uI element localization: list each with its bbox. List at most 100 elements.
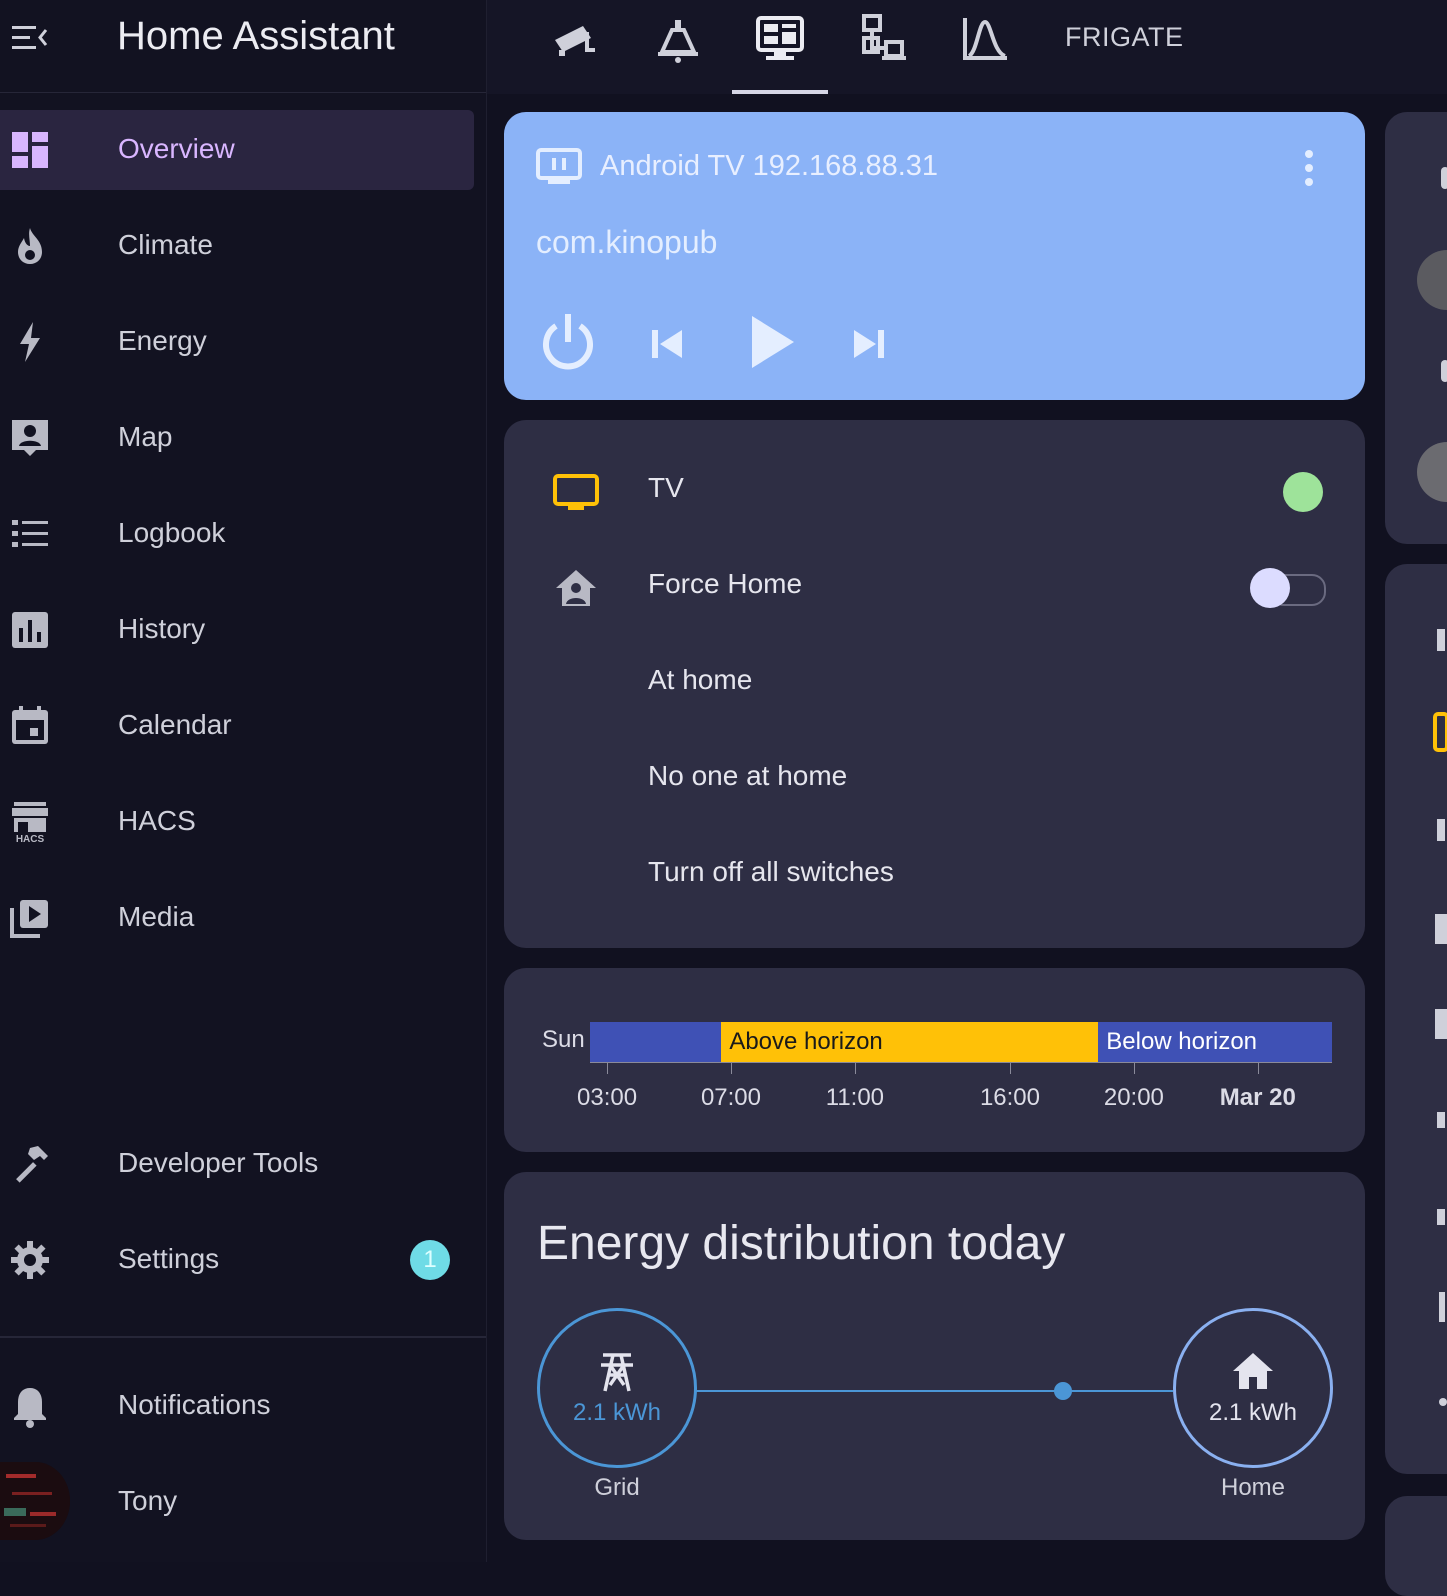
bell-icon — [14, 1388, 46, 1428]
settings-badge: 1 — [410, 1240, 450, 1280]
timeline-tick-label: 16:00 — [979, 1084, 1040, 1111]
sidebar-item-notifications[interactable]: Notifications — [0, 1366, 474, 1446]
timeline-tick-mark — [1133, 1062, 1135, 1074]
sidebar-item-label: Calendar — [118, 709, 232, 740]
energy-distribution-card: Energy distribution today 2.1 kWh Grid 2… — [504, 1172, 1365, 1540]
sidebar-item-climate[interactable]: Climate — [0, 206, 474, 286]
sun-timeline-label: Sun — [542, 1026, 585, 1053]
list-icon — [12, 520, 48, 547]
sun-segment[interactable]: Above horizon — [721, 1022, 1099, 1062]
sidebar-header: Home Assistant — [0, 0, 486, 93]
timeline-tick-label: 07:00 — [700, 1084, 761, 1111]
sidebar-item-label: Settings — [118, 1243, 220, 1274]
list-card-partial — [1385, 564, 1447, 1474]
tv-state-indicator — [1283, 472, 1323, 512]
sidebar: Home Assistant Overview Climate Energy M… — [0, 0, 487, 1562]
ceiling-light-icon[interactable] — [648, 12, 708, 68]
sidebar-item-overview[interactable]: Overview — [0, 110, 474, 190]
sun-segment[interactable] — [590, 1022, 722, 1062]
grid-energy-value: 2.1 kWh — [572, 1399, 662, 1426]
cctv-icon[interactable] — [545, 12, 605, 68]
entities-card: TV Force Home At home No one at home Tur… — [504, 420, 1365, 948]
tv-icon — [553, 474, 599, 510]
card-title: Energy distribution today — [537, 1217, 1066, 1270]
right-column-partial — [1385, 112, 1447, 1596]
sun-history-card: Sun Above horizon Below horizon 03:00 07:0… — [504, 968, 1365, 1152]
tab-frigate[interactable]: FRIGATE — [1065, 22, 1184, 53]
hacs-store-icon: HACS — [12, 802, 48, 844]
sidebar-item-profile[interactable]: Tony — [0, 1462, 474, 1542]
toggle-knob[interactable] — [1250, 568, 1290, 608]
entity-name: Turn off all switches — [648, 856, 894, 887]
map-person-icon — [12, 420, 48, 456]
dashboard-icon — [12, 132, 48, 168]
camera-card-partial — [1385, 112, 1447, 544]
skip-previous-icon[interactable] — [648, 324, 688, 364]
entity-row-tv[interactable]: TV — [504, 446, 1365, 536]
timeline-tick-mark — [854, 1062, 856, 1074]
entity-row-no-one-home[interactable]: No one at home — [504, 734, 1365, 824]
sidebar-item-logbook[interactable]: Logbook — [0, 494, 474, 574]
play-box-multiple-icon — [10, 900, 48, 938]
entity-name: Force Home — [648, 568, 803, 599]
sidebar-item-label: Energy — [118, 325, 207, 356]
energy-flow-dot — [1054, 1382, 1072, 1400]
sidebar-item-label: Tony — [118, 1485, 178, 1516]
sidebar-item-label: Notifications — [118, 1389, 271, 1420]
timeline-tick-mark — [730, 1062, 732, 1074]
sidebar-item-label: Logbook — [118, 517, 226, 548]
sidebar-item-label: History — [118, 613, 206, 644]
more-vertical-icon[interactable] — [1299, 148, 1319, 188]
monitor-dashboard-icon[interactable] — [750, 12, 810, 68]
grid-label: Grid — [594, 1474, 640, 1501]
chart-box-icon — [12, 612, 48, 648]
sun-segment[interactable]: Below horizon — [1098, 1022, 1332, 1062]
entity-row-turn-off-switches[interactable]: Turn off all switches — [504, 830, 1365, 920]
calendar-icon — [12, 706, 48, 744]
sun-segment-label: Above horizon — [729, 1028, 883, 1055]
sidebar-item-settings[interactable]: Settings — [0, 1220, 474, 1300]
lightning-icon — [20, 322, 40, 362]
timeline-tick-label: 20:00 — [1103, 1084, 1164, 1111]
media-player-card[interactable]: Android TV 192.168.88.31 com.kinopub — [504, 112, 1365, 400]
entity-name: No one at home — [648, 760, 848, 791]
sidebar-item-hacs[interactable]: HACS HACS — [0, 782, 474, 862]
partial-row-icons — [1433, 629, 1447, 1406]
chart-bell-curve-icon[interactable] — [955, 12, 1015, 68]
grid-node[interactable]: 2.1 kWh — [537, 1308, 697, 1468]
sidebar-item-energy[interactable]: Energy — [0, 302, 474, 382]
timeline-tick-mark — [1009, 1062, 1011, 1074]
timeline-tick-mark — [607, 1062, 609, 1074]
home-label: Home — [1220, 1474, 1286, 1501]
sidebar-item-history[interactable]: History — [0, 590, 474, 670]
menu-open-icon[interactable] — [10, 20, 50, 56]
android-tv-icon — [536, 148, 582, 184]
home-node[interactable]: 2.1 kWh — [1173, 1308, 1333, 1468]
play-icon[interactable] — [748, 312, 798, 372]
sidebar-item-calendar[interactable]: Calendar — [0, 686, 474, 766]
skip-next-icon[interactable] — [848, 324, 888, 364]
sidebar-item-map[interactable]: Map — [0, 398, 474, 478]
media-app-name: com.kinopub — [536, 224, 718, 260]
timeline-axis — [590, 1062, 1332, 1063]
timeline-tick-label: 03:00 — [577, 1084, 638, 1111]
sun-segment-label: Below horizon — [1106, 1028, 1258, 1055]
lan-icon[interactable] — [852, 12, 912, 68]
entity-row-force-home[interactable]: Force Home — [504, 542, 1365, 632]
grid-to-home-flow-line — [695, 1390, 1173, 1392]
home-energy-value: 2.1 kWh — [1208, 1399, 1298, 1426]
app-title: Home Assistant — [117, 14, 395, 58]
media-player-title: Android TV 192.168.88.31 — [600, 150, 939, 182]
timeline-tick-mark — [1257, 1062, 1259, 1074]
sidebar-item-label: Overview — [118, 133, 235, 164]
power-icon[interactable] — [538, 312, 598, 374]
entity-row-at-home[interactable]: At home — [504, 638, 1365, 728]
sidebar-item-label: Media — [118, 901, 195, 932]
sidebar-item-developer-tools[interactable]: Developer Tools — [0, 1124, 474, 1204]
next-card-partial — [1385, 1496, 1447, 1596]
sidebar-item-label: HACS — [118, 805, 196, 836]
hammer-icon — [16, 1146, 48, 1183]
camera-thumbnails-partial — [1417, 167, 1447, 502]
sun-timeline-bar[interactable]: Above horizon Below horizon — [590, 1022, 1332, 1062]
sidebar-item-media[interactable]: Media — [0, 878, 474, 958]
